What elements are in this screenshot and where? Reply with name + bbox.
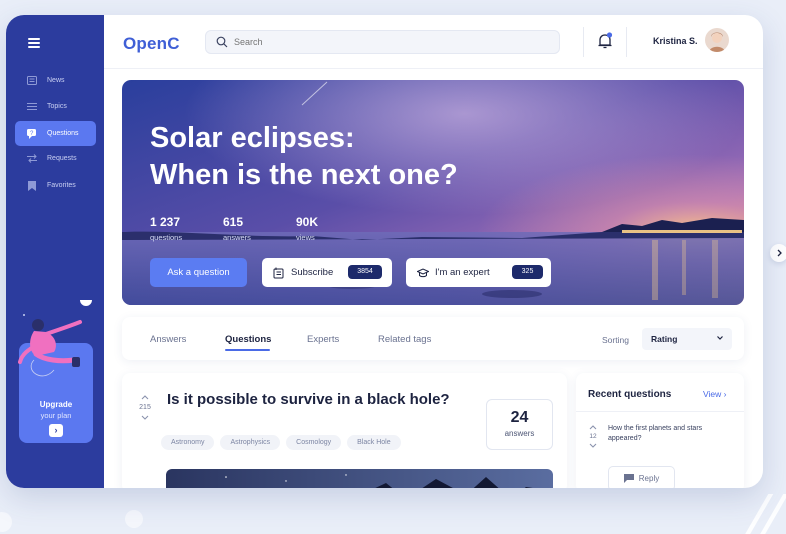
decor-circle [125,510,143,528]
answers-count-box[interactable]: 24 answers [486,399,553,450]
vote-count: 215 [139,404,151,411]
question-title[interactable]: Is it possible to survive in a black hol… [167,391,450,408]
hero-title-line: Solar eclipses: [150,122,355,154]
recent-question-text[interactable]: How the first planets and stars appeared… [608,424,728,444]
next-arrow-button[interactable] [770,244,786,262]
sidebar-item-requests[interactable]: Requests [15,146,96,171]
upvote-icon[interactable] [587,423,599,431]
vote-control: 12 [587,423,599,450]
graduation-cap-icon [417,267,429,277]
divider [583,27,584,57]
question-card[interactable]: 215 Is it possible to survive in a black… [122,373,567,488]
tag[interactable]: Astronomy [161,435,215,450]
reply-button[interactable]: Reply [608,466,675,488]
menu-icon[interactable] [28,38,40,48]
header-divider [104,68,763,69]
stat-answers: 615 answers [223,215,251,242]
sidebar-item-label: Favorites [47,182,76,189]
list-icon [27,102,37,111]
expert-button[interactable]: I'm an expert 325 [406,258,551,287]
stat-questions: 1 237 questions [150,215,182,242]
recent-questions-title: Recent questions [588,389,672,400]
subscribers-count-badge: 3854 [348,265,382,279]
vote-control: 215 [137,393,153,422]
search-input[interactable] [234,37,534,47]
sorting-value: Rating [651,334,678,344]
tag[interactable]: Cosmology [286,435,342,450]
sorting-label: Sorting [602,335,629,345]
stat-value: 1 237 [150,215,181,229]
active-tab-indicator [225,349,270,351]
night-forest-image [166,469,553,488]
bookmark-icon [27,180,37,191]
user-name[interactable]: Kristina S. [653,36,698,46]
subscribe-icon [273,267,284,278]
divider [576,411,744,412]
expert-label: I'm an expert [435,267,490,278]
sidebar-item-label: News [47,77,65,84]
tab-experts[interactable]: Experts [307,334,339,345]
stat-views: 90K views [296,215,318,242]
stat-label: answers [223,233,251,242]
bell-icon[interactable] [597,32,613,50]
stat-value: 90K [296,215,319,229]
decor-circle [0,512,12,532]
tag[interactable]: Black Hole [347,435,401,450]
sidebar-item-topics[interactable]: Topics [15,94,96,119]
upgrade-title: Upgrade [39,400,73,409]
app-logo[interactable]: OpenC [123,34,180,54]
divider [626,27,627,57]
sidebar-item-favorites[interactable]: Favorites [15,173,96,198]
comment-icon [623,474,634,483]
search-bar[interactable] [205,30,560,54]
user-avatar-image [705,28,729,52]
tag-list: Astronomy Astrophysics Cosmology Black H… [161,435,407,450]
sidebar-item-label: Questions [47,130,79,137]
downvote-icon[interactable] [137,414,153,422]
hero-title: Solar eclipses: When is the next one? [150,120,570,194]
stat-label: views [296,233,315,242]
downvote-icon[interactable] [587,442,599,450]
stat-label: questions [150,233,183,242]
tabs-bar: Answers Questions Experts Related tags S… [122,317,744,360]
upgrade-subtitle: your plan [40,411,72,420]
vote-count: 12 [589,433,597,440]
sidebar-item-label: Topics [47,103,67,110]
sidebar: News Topics ? Questions Requests Favorit… [6,15,104,488]
subscribe-button[interactable]: Subscribe 3854 [262,258,392,287]
reply-label: Reply [638,474,660,483]
chevron-down-icon [717,336,723,340]
experts-count-badge: 325 [512,265,543,279]
sorting-select[interactable]: Rating [642,328,732,350]
swap-icon [27,154,37,163]
hero-banner: Solar eclipses: When is the next one? 1 … [122,80,744,305]
tab-related-tags[interactable]: Related tags [378,334,431,345]
sidebar-item-news[interactable]: News [15,68,96,93]
hero-title-line: When is the next one? [150,159,458,191]
sidebar-item-label: Requests [47,155,77,162]
recent-questions-card: Recent questions View › 12 How the first… [576,373,744,488]
avatar[interactable] [705,28,729,52]
ask-question-button[interactable]: Ask a question [150,258,247,287]
astronaut-illustration [18,300,92,377]
search-icon [216,36,228,48]
tab-answers[interactable]: Answers [150,334,186,345]
sidebar-item-questions[interactable]: ? Questions [15,121,96,146]
chevron-right-icon [777,249,782,257]
tab-questions[interactable]: Questions [225,334,271,345]
question-icon: ? [27,128,37,139]
upgrade-button[interactable]: › [49,424,63,437]
upvote-icon[interactable] [137,393,153,401]
app-window: News Topics ? Questions Requests Favorit… [6,15,763,488]
answers-count: 24 [510,409,529,426]
question-image [166,469,553,488]
view-all-link[interactable]: View › [703,389,726,399]
news-icon [27,76,37,85]
stat-value: 615 [223,215,244,229]
answers-label: answers [504,429,535,438]
tag[interactable]: Astrophysics [220,435,281,450]
subscribe-label: Subscribe [291,267,334,278]
